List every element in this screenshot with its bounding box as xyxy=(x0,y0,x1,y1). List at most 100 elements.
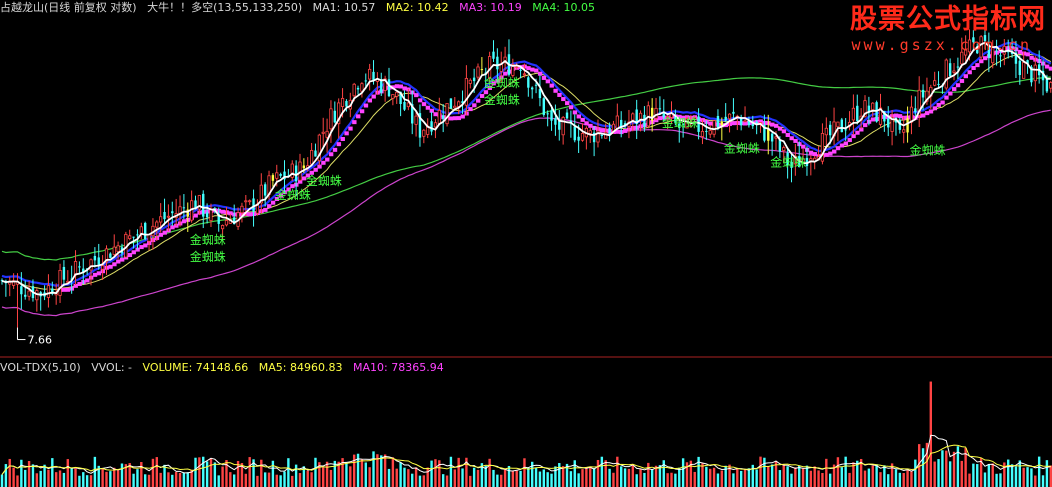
volume-bar xyxy=(500,474,503,487)
band-segment xyxy=(367,98,373,103)
volume-bar xyxy=(430,460,433,487)
candle-body-up xyxy=(1022,62,1026,79)
band-segment xyxy=(452,116,458,121)
band-segment xyxy=(588,123,593,128)
volume-bar xyxy=(798,465,801,487)
candle-body xyxy=(387,79,391,97)
volume-bar xyxy=(20,459,23,487)
volume-bar xyxy=(743,469,747,487)
volume-bar xyxy=(538,471,542,487)
candle-body xyxy=(550,110,553,121)
candle-body-up xyxy=(433,122,438,128)
band-segment xyxy=(61,287,67,292)
band-segment xyxy=(599,128,605,133)
candle-body-up xyxy=(824,127,828,136)
candle-body-up xyxy=(457,101,461,107)
candle-body-up xyxy=(909,106,914,123)
candle-body xyxy=(554,118,557,125)
band-segment xyxy=(433,112,438,117)
volume-bar xyxy=(581,469,584,487)
volume-bar xyxy=(778,470,782,487)
volume-bar xyxy=(403,467,406,487)
volume-bar xyxy=(105,471,108,487)
volume-bar xyxy=(345,461,348,487)
band-segment xyxy=(537,71,543,76)
candle-body xyxy=(403,101,406,110)
low-price-label: 7.66 xyxy=(27,334,52,347)
candle-body xyxy=(600,134,604,136)
band-segment xyxy=(839,143,845,148)
volume-bar xyxy=(1014,466,1018,487)
ma-long-green-line xyxy=(1,76,1051,261)
volume-bar xyxy=(449,456,453,487)
volume-bar xyxy=(414,467,418,487)
ma10-readout: MA10: 78365.94 xyxy=(352,361,444,374)
watermark-url: www.gszx.com.cn xyxy=(851,36,1032,54)
signal-label: 金蜘蛛 xyxy=(275,187,311,202)
volume-bar xyxy=(233,474,236,487)
signal-label: 金蜘蛛 xyxy=(910,143,946,158)
volume-bar xyxy=(627,468,631,487)
volume-bar xyxy=(248,457,251,487)
volume-bar xyxy=(411,473,414,487)
band-segment xyxy=(928,109,934,114)
candle-body xyxy=(333,110,337,123)
volume-bar xyxy=(418,475,422,487)
candle-body-up xyxy=(782,147,786,151)
candle-body xyxy=(716,115,720,128)
volume-bar xyxy=(54,472,58,487)
band-segment xyxy=(328,152,334,157)
volume-bar xyxy=(809,470,813,487)
volume-bar xyxy=(70,467,73,487)
volume-bar xyxy=(182,472,186,487)
candlestick-chart[interactable]: 金蜘蛛金蜘蛛金蜘蛛金蜘蛛金蜘蛛金蜘蛛金蜘蛛金蜘蛛金蜘蛛金蜘蛛7.66 xyxy=(0,0,1052,487)
volume-bar xyxy=(561,466,565,487)
volume-bar xyxy=(519,470,522,487)
ma3-readout: MA3: 10.19 xyxy=(459,1,522,14)
signal-label: 金蜘蛛 xyxy=(190,232,226,247)
band-segment xyxy=(371,94,376,99)
candle-body-up xyxy=(743,120,747,123)
volume-bar xyxy=(47,469,50,487)
candle-body xyxy=(78,266,81,268)
band-segment xyxy=(65,287,71,292)
candle-body xyxy=(720,121,724,126)
band-segment xyxy=(770,122,775,127)
volume-bar xyxy=(701,463,704,487)
volume-bar xyxy=(422,475,426,487)
band-segment xyxy=(940,100,945,105)
volume-bar xyxy=(132,473,135,487)
volume-bar xyxy=(929,381,932,487)
volume-bar xyxy=(136,469,139,487)
candle-body xyxy=(948,63,952,77)
candle-body-up xyxy=(166,215,171,218)
volume-bar xyxy=(275,474,278,487)
candle-body-up xyxy=(515,66,519,68)
volume-bar xyxy=(310,472,313,487)
candle-body-up xyxy=(422,129,426,137)
candle-body-up xyxy=(58,269,62,296)
volume-bar xyxy=(287,458,290,487)
candle-body-up xyxy=(476,66,480,78)
volume-bar xyxy=(24,469,27,487)
volume-bar xyxy=(205,461,209,487)
volume-bar xyxy=(101,468,104,487)
volume-bar xyxy=(267,472,271,487)
candle-body xyxy=(480,69,484,71)
candle-body xyxy=(345,100,348,107)
candle-body xyxy=(132,236,135,238)
candle-body xyxy=(921,89,925,98)
band-segment xyxy=(472,103,477,108)
volume-bar xyxy=(801,468,805,487)
band-segment xyxy=(448,116,454,121)
candle-body-up xyxy=(352,83,356,97)
volume-bar xyxy=(600,456,604,487)
band-segment xyxy=(313,167,318,172)
volume-ma10-line xyxy=(1,444,1051,475)
volume-bar xyxy=(523,458,526,487)
ma-mid-magenta-line xyxy=(1,109,1051,317)
band-segment xyxy=(348,126,353,131)
volume-bar xyxy=(616,456,619,487)
volume-bar xyxy=(151,458,155,487)
candle-body-up xyxy=(414,115,418,125)
